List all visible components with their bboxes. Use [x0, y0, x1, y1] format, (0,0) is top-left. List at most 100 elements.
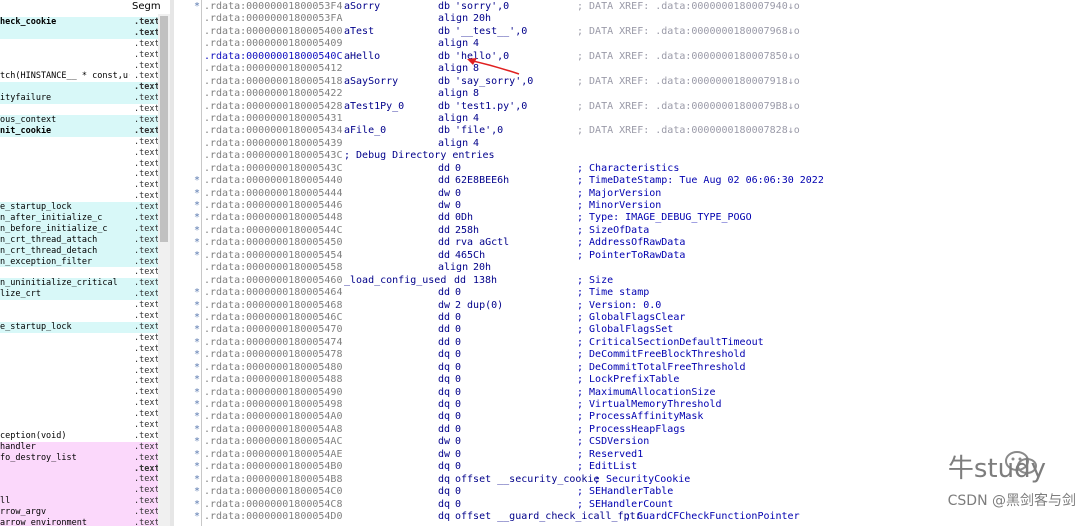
disasm-line[interactable]: .rdata:0000000180005439 align 4 [174, 138, 1080, 150]
function-row[interactable]: .text [0, 387, 160, 398]
line-marker: * [194, 374, 201, 386]
function-row[interactable]: .text [0, 344, 160, 355]
function-row[interactable]: .text [0, 180, 160, 191]
disasm-line[interactable]: .rdata:000000018000543C; Debug Directory… [174, 150, 1080, 162]
disasm-line[interactable]: .rdata:00000001800053FA align 20h [174, 13, 1080, 25]
function-row[interactable]: n_before_initialize_c .text [0, 223, 160, 235]
function-row[interactable]: n_exception_filter .text [0, 256, 160, 268]
function-segment: .text [134, 365, 160, 376]
disasm-line[interactable]: .rdata:0000000180005422 align 8 [174, 88, 1080, 100]
function-segment: .text [134, 104, 160, 115]
disasm-line[interactable]: .rdata:0000000180005434 aFile_0 db 'file',0… [174, 125, 1080, 137]
function-row[interactable]: .text [0, 159, 160, 170]
line-comment: ; PointerToRawData [577, 249, 686, 261]
disasm-line[interactable]: .rdata:0000000180005458 align 20h [174, 262, 1080, 274]
disasm-line[interactable]: * .rdata:000000018000546C dd 0 ; GlobalFlags… [174, 312, 1080, 324]
function-row[interactable]: fo_destroy_list .text [0, 452, 160, 464]
disasm-line[interactable]: .rdata:0000000180005409 align 4 [174, 38, 1080, 50]
line-marker: * [194, 411, 201, 423]
function-segment: .text [134, 321, 160, 332]
disasm-line[interactable]: * .rdata:0000000180005488 dq 0 ; LockPrefixT… [174, 374, 1080, 386]
function-row[interactable]: .text [0, 420, 160, 431]
disasm-line[interactable]: * .rdata:0000000180005444 dw 0 ; MajorVersio… [174, 188, 1080, 200]
function-row[interactable]: .text [0, 191, 160, 202]
line-marker: * [194, 212, 201, 224]
function-row[interactable]: arrow_environment .text [0, 517, 160, 526]
disasm-line[interactable]: .rdata:0000000180005460 _load_config_used… [174, 275, 1080, 287]
function-row[interactable]: heck_cookie .text [0, 17, 160, 28]
disasm-line[interactable]: * .rdata:00000001800053F4 aSorry db 'sorry',… [174, 1, 1080, 13]
function-row[interactable]: .text [0, 376, 160, 387]
function-row[interactable]: n_crt_thread_detach .text [0, 245, 160, 257]
line-address: .rdata:000000018000543C [204, 162, 343, 174]
function-row[interactable]: .text [0, 267, 160, 278]
function-row[interactable]: .text [0, 104, 160, 115]
disasm-line[interactable]: * .rdata:0000000180005440 dd 62E8BEE6h ; Tim… [174, 175, 1080, 187]
disasm-line[interactable]: * .rdata:0000000180005470 dd 0 ; GlobalFlags… [174, 324, 1080, 336]
functions-scrollbar-thumb[interactable] [160, 16, 168, 242]
function-row[interactable]: rrow_argv .text [0, 507, 160, 518]
function-row[interactable]: n_crt_thread_attach .text [0, 234, 160, 246]
disasm-line[interactable]: * .rdata:0000000180005478 dq 0 ; DeCommitFre… [174, 349, 1080, 361]
function-row[interactable]: lize_crt .text [0, 289, 160, 301]
line-comment: ; AddressOfRawData [577, 237, 686, 249]
function-row[interactable]: ception(void) .text [0, 431, 160, 442]
disasm-line[interactable]: * .rdata:0000000180005468 dw 2 dup(0) ; Vers… [174, 300, 1080, 312]
disasm-line[interactable]: * .rdata:0000000180005474 dd 0 ; CriticalSec… [174, 337, 1080, 349]
function-row[interactable]: .text [0, 311, 160, 322]
function-row[interactable]: e_startup_lock .text [0, 202, 160, 214]
disasm-line[interactable]: * .rdata:0000000180005448 dd 0Dh ; Type: IMA… [174, 212, 1080, 224]
disasm-line[interactable]: * .rdata:0000000180005490 dq 0 ; MaximumAllo… [174, 387, 1080, 399]
function-row[interactable]: .text [0, 148, 160, 159]
function-row[interactable]: .text [0, 27, 160, 39]
disasm-line[interactable]: * .rdata:0000000180005446 dw 0 ; MinorVersio… [174, 200, 1080, 212]
function-row[interactable]: .text [0, 61, 160, 72]
function-row[interactable]: .text [0, 355, 160, 366]
disasm-line[interactable]: * .rdata:000000018000544C dd 258h ; SizeOfDa… [174, 225, 1080, 237]
disasm-line[interactable]: * .rdata:0000000180005480 dq 0 ; DeCommitTot… [174, 362, 1080, 374]
function-row[interactable]: ll .text [0, 496, 160, 508]
disasm-line[interactable]: .rdata:0000000180005412 align 8 [174, 63, 1080, 75]
disasm-line[interactable]: .rdata:000000018000543C dd 0 ; Characterist… [174, 163, 1080, 175]
disasm-line[interactable]: .rdata:000000018000540C aHello db'hello',0… [174, 51, 1080, 63]
function-row[interactable]: .text [0, 82, 160, 94]
disasm-line[interactable]: .rdata:0000000180005428 aTest1Py_0 db 'test… [174, 101, 1080, 113]
function-row[interactable]: handler .text [0, 441, 160, 453]
function-row[interactable]: .text [0, 300, 160, 311]
disasm-line[interactable]: * .rdata:00000001800054A0 dq 0 ; ProcessAffi… [174, 411, 1080, 423]
function-row[interactable]: .text [0, 365, 160, 377]
line-operand: 0 [455, 349, 462, 361]
disasm-line[interactable]: * .rdata:0000000180005454 dd 465Ch ; Pointer… [174, 250, 1080, 262]
function-row[interactable]: n_uninitialize_critical .text [0, 278, 160, 290]
segment-column-header[interactable]: Segm [132, 1, 161, 12]
function-row[interactable]: .text [0, 169, 160, 180]
disasm-line[interactable]: * .rdata:0000000180005450 dd rva aGctl ; Add… [174, 237, 1080, 249]
disasm-line[interactable]: * .rdata:0000000180005498 dq 0 ; VirtualMemo… [174, 399, 1080, 411]
function-row[interactable]: ityfailure .text [0, 93, 160, 105]
function-row[interactable]: .text [0, 398, 160, 409]
functions-pane: Segm heck_cookie .text .text .text .text .tex… [0, 0, 170, 526]
line-mnemonic: dw [438, 187, 451, 199]
function-segment: .text [134, 191, 160, 202]
function-row[interactable]: .text [0, 409, 160, 420]
disasm-line[interactable]: .rdata:0000000180005418 aSaySorry db'say_s… [174, 76, 1080, 88]
function-row[interactable]: tch(HINSTANCE__ * const,u··· .text [0, 71, 160, 82]
disasm-line[interactable]: .rdata:0000000180005431 align 4 [174, 113, 1080, 125]
function-row[interactable]: .text [0, 474, 160, 486]
function-row[interactable]: .text [0, 39, 160, 50]
function-row[interactable]: ous_context .text [0, 115, 160, 126]
disasm-line[interactable]: .rdata:0000000180005400 aTest db '__test__'… [174, 26, 1080, 38]
function-row[interactable]: .text [0, 333, 160, 344]
function-segment: .text [134, 223, 160, 234]
line-xref: ; DATA XREF: .data:0000000180007940↓o [577, 1, 800, 12]
function-row[interactable]: e_startup_lock .text [0, 321, 160, 333]
disasm-line[interactable]: * .rdata:00000001800054A8 dd 0 ; ProcessHeap… [174, 424, 1080, 436]
function-row[interactable]: .text [0, 50, 160, 61]
function-row[interactable]: .text [0, 137, 160, 148]
disasm-line[interactable]: * .rdata:0000000180005464 dd 0 ; Time stamp [174, 287, 1080, 299]
functions-scrollbar[interactable] [158, 14, 170, 526]
function-row[interactable]: nit_cookie .text [0, 125, 160, 137]
function-row[interactable]: .text [0, 463, 160, 475]
function-row[interactable]: n_after_initialize_c .text [0, 213, 160, 224]
function-row[interactable]: .text [0, 485, 160, 497]
